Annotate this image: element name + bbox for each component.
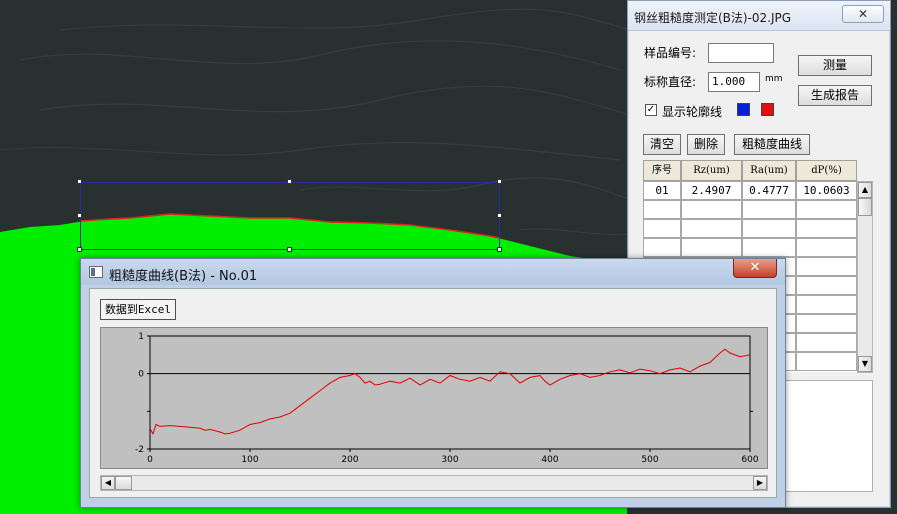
table-cell[interactable] — [681, 238, 742, 257]
table-cell[interactable]: 01 — [643, 181, 681, 200]
scroll-down-arrow-icon[interactable]: ▼ — [858, 356, 872, 372]
x-tick-label: 0 — [147, 455, 153, 465]
table-cell[interactable] — [796, 238, 857, 257]
table-cell[interactable] — [681, 219, 742, 238]
curve-titlebar[interactable]: 粗糙度曲线(B法) - No.01 ✕ — [81, 259, 785, 285]
sample-no-label: 样品编号: — [644, 46, 697, 60]
table-cell[interactable] — [796, 333, 857, 352]
plot-frame — [149, 335, 751, 450]
table-cell[interactable]: 2.4907 — [681, 181, 742, 200]
x-tick-label: 600 — [741, 455, 758, 465]
roughness-chart: 0 100 200 300 400 500 60010-2 — [135, 332, 759, 465]
red-color-swatch[interactable] — [761, 103, 774, 116]
x-tick-label: 500 — [641, 455, 658, 465]
clear-button[interactable]: 清空 — [643, 134, 681, 155]
curve-client-area: 数据到Excel 0 100 200 300 400 500 600 1 0 -2 ◀ ▶ — [89, 288, 777, 498]
table-cell[interactable] — [643, 238, 681, 257]
y-tick-label: -2 — [135, 445, 144, 455]
table-cell[interactable] — [796, 257, 857, 276]
scroll-thumb[interactable] — [115, 476, 132, 490]
roughness-curve-button[interactable]: 粗糙度曲线 — [734, 134, 810, 155]
resize-handle[interactable] — [497, 213, 502, 218]
table-cell[interactable] — [796, 314, 857, 333]
table-cell[interactable] — [796, 352, 857, 371]
table-cell[interactable] — [643, 219, 681, 238]
show-contour-checkbox[interactable]: ✓ — [645, 104, 657, 116]
table-cell[interactable] — [742, 200, 796, 219]
table-cell[interactable] — [742, 219, 796, 238]
diameter-field[interactable]: 1.000 — [708, 72, 760, 92]
column-header-rz[interactable]: Rz(um) — [681, 160, 742, 181]
resize-handle[interactable] — [77, 247, 82, 252]
table-cell[interactable] — [796, 200, 857, 219]
x-tick-label: 200 — [341, 455, 358, 465]
y-tick-label: 1 — [138, 332, 144, 342]
measure-titlebar[interactable]: 钢丝粗糙度测定(B法)-02.JPG ✕ — [628, 1, 890, 31]
table-cell[interactable] — [796, 276, 857, 295]
table-cell[interactable]: 0.4777 — [742, 181, 796, 200]
show-contour-label: 显示轮廓线 — [662, 105, 723, 119]
resize-handle[interactable] — [287, 247, 292, 252]
selection-rectangle[interactable] — [80, 182, 500, 250]
generate-report-button[interactable]: 生成报告 — [798, 85, 872, 106]
diameter-unit: mm — [765, 74, 783, 84]
close-button[interactable]: ✕ — [842, 5, 884, 23]
diameter-label: 标称直径: — [644, 75, 697, 89]
scroll-thumb[interactable] — [858, 198, 872, 216]
scroll-left-arrow-icon[interactable]: ◀ — [101, 476, 115, 490]
table-cell[interactable] — [643, 200, 681, 219]
scroll-right-arrow-icon[interactable]: ▶ — [753, 476, 767, 490]
y-tick-label: 0 — [138, 370, 144, 380]
resize-handle[interactable] — [287, 179, 292, 184]
table-cell[interactable] — [681, 200, 742, 219]
roughness-plot: 0 100 200 300 400 500 600 1 0 -2 — [100, 327, 768, 469]
table-cell[interactable] — [796, 295, 857, 314]
measure-window-title: 钢丝粗糙度测定(B法)-02.JPG — [634, 11, 792, 25]
sample-no-field[interactable] — [708, 43, 774, 63]
x-tick-label: 100 — [241, 455, 258, 465]
table-cell[interactable]: 10.0603 — [796, 181, 857, 200]
column-header-index[interactable]: 序号 — [643, 160, 681, 181]
curve-window-title: 粗糙度曲线(B法) - No.01 — [109, 269, 258, 284]
resize-handle[interactable] — [77, 213, 82, 218]
resize-handle[interactable] — [497, 247, 502, 252]
table-vertical-scrollbar[interactable]: ▲ ▼ — [857, 181, 873, 373]
table-cell[interactable] — [742, 238, 796, 257]
resize-handle[interactable] — [77, 179, 82, 184]
scroll-up-arrow-icon[interactable]: ▲ — [858, 182, 872, 198]
plot-horizontal-scrollbar[interactable]: ◀ ▶ — [100, 475, 768, 491]
resize-handle[interactable] — [497, 179, 502, 184]
blue-color-swatch[interactable] — [737, 103, 750, 116]
column-header-dp[interactable]: dP(%) — [796, 160, 857, 181]
x-tick-label: 400 — [541, 455, 558, 465]
curve-window: 粗糙度曲线(B法) - No.01 ✕ 数据到Excel 0 100 200 300 4… — [80, 258, 786, 508]
column-header-ra[interactable]: Ra(um) — [742, 160, 796, 181]
export-excel-button[interactable]: 数据到Excel — [100, 299, 176, 320]
x-tick-label: 300 — [441, 455, 458, 465]
measure-button[interactable]: 测量 — [798, 55, 872, 76]
table-cell[interactable] — [796, 219, 857, 238]
close-button[interactable]: ✕ — [733, 259, 777, 278]
delete-button[interactable]: 删除 — [687, 134, 725, 155]
window-icon — [89, 266, 103, 278]
